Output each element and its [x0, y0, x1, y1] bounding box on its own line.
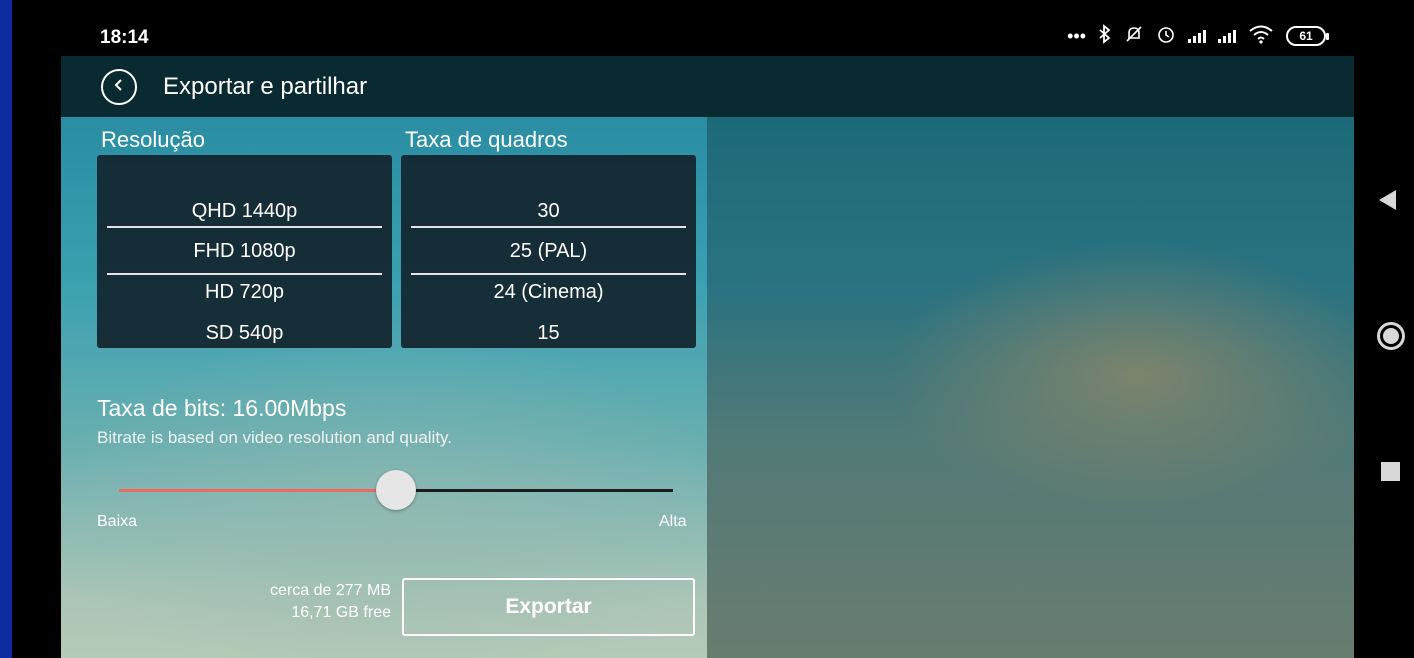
- resolution-option[interactable]: HD 720p: [97, 272, 392, 312]
- home-circle-icon[interactable]: [1377, 322, 1405, 350]
- bitrate-note: Bitrate is based on video resolution and…: [97, 428, 453, 447]
- navigation-bar: [1362, 0, 1414, 658]
- bitrate-slider-thumb[interactable]: [376, 470, 416, 510]
- resolution-option[interactable]: QHD 1440p: [97, 191, 392, 231]
- recents-square-icon[interactable]: [1381, 462, 1400, 481]
- frame-rate-picker[interactable]: 30 25 (PAL) 24 (Cinema) 15: [401, 155, 696, 348]
- alarm-icon: [1156, 24, 1176, 49]
- back-icon: [112, 78, 126, 97]
- more-indicator: •••: [1067, 25, 1086, 46]
- page-title: Exportar e partilhar: [163, 73, 368, 100]
- slider-min-label: Baixa: [97, 513, 138, 530]
- status-bar: 18:14 ••• 61: [12, 0, 1362, 56]
- back-button[interactable]: [101, 69, 137, 105]
- clock: 18:14: [100, 27, 149, 48]
- bluetooth-icon: [1098, 23, 1112, 49]
- export-settings-panel: Resolução Taxa de quadros QHD 1440p FHD …: [61, 117, 707, 658]
- bitrate-slider-fill: [119, 489, 396, 492]
- resolution-picker[interactable]: QHD 1440p FHD 1080p HD 720p SD 540p: [97, 155, 392, 348]
- frame-rate-option[interactable]: 30: [401, 191, 696, 231]
- bitrate-title: Taxa de bits: 16.00Mbps: [97, 395, 347, 421]
- signal-icon: [1188, 29, 1206, 43]
- frame-rate-option-selected[interactable]: 25 (PAL): [401, 231, 696, 271]
- export-screen: Exportar e partilhar Resolução Taxa de q…: [61, 56, 1354, 658]
- resolution-label: Resolução: [101, 127, 205, 152]
- phone-frame: 18:14 ••• 61 Exportar e partilhar Resolu…: [12, 0, 1414, 658]
- export-button[interactable]: Exportar: [402, 578, 695, 636]
- frame-rate-option[interactable]: 24 (Cinema): [401, 272, 696, 312]
- battery-icon: 61: [1286, 26, 1329, 46]
- frame-rate-label: Taxa de quadros: [405, 127, 568, 152]
- notifications-off-icon: [1124, 24, 1144, 49]
- resolution-option-selected[interactable]: FHD 1080p: [97, 231, 392, 271]
- back-triangle-icon[interactable]: [1379, 190, 1396, 210]
- picker-divider: [107, 226, 382, 228]
- video-preview: [707, 117, 1354, 658]
- status-icons: ••• 61: [1067, 23, 1329, 49]
- slider-max-label: Alta: [659, 513, 687, 530]
- export-size-info: cerca de 277 MB 16,71 GB free: [201, 580, 391, 624]
- free-space: 16,71 GB free: [291, 604, 391, 621]
- resolution-option[interactable]: SD 540p: [97, 313, 392, 353]
- wifi-icon: [1248, 24, 1274, 49]
- frame-rate-option[interactable]: 15: [401, 313, 696, 353]
- app-bar: Exportar e partilhar: [61, 56, 1354, 117]
- signal-icon: [1218, 29, 1236, 43]
- size-estimate: cerca de 277 MB: [270, 582, 391, 599]
- picker-divider: [411, 226, 686, 228]
